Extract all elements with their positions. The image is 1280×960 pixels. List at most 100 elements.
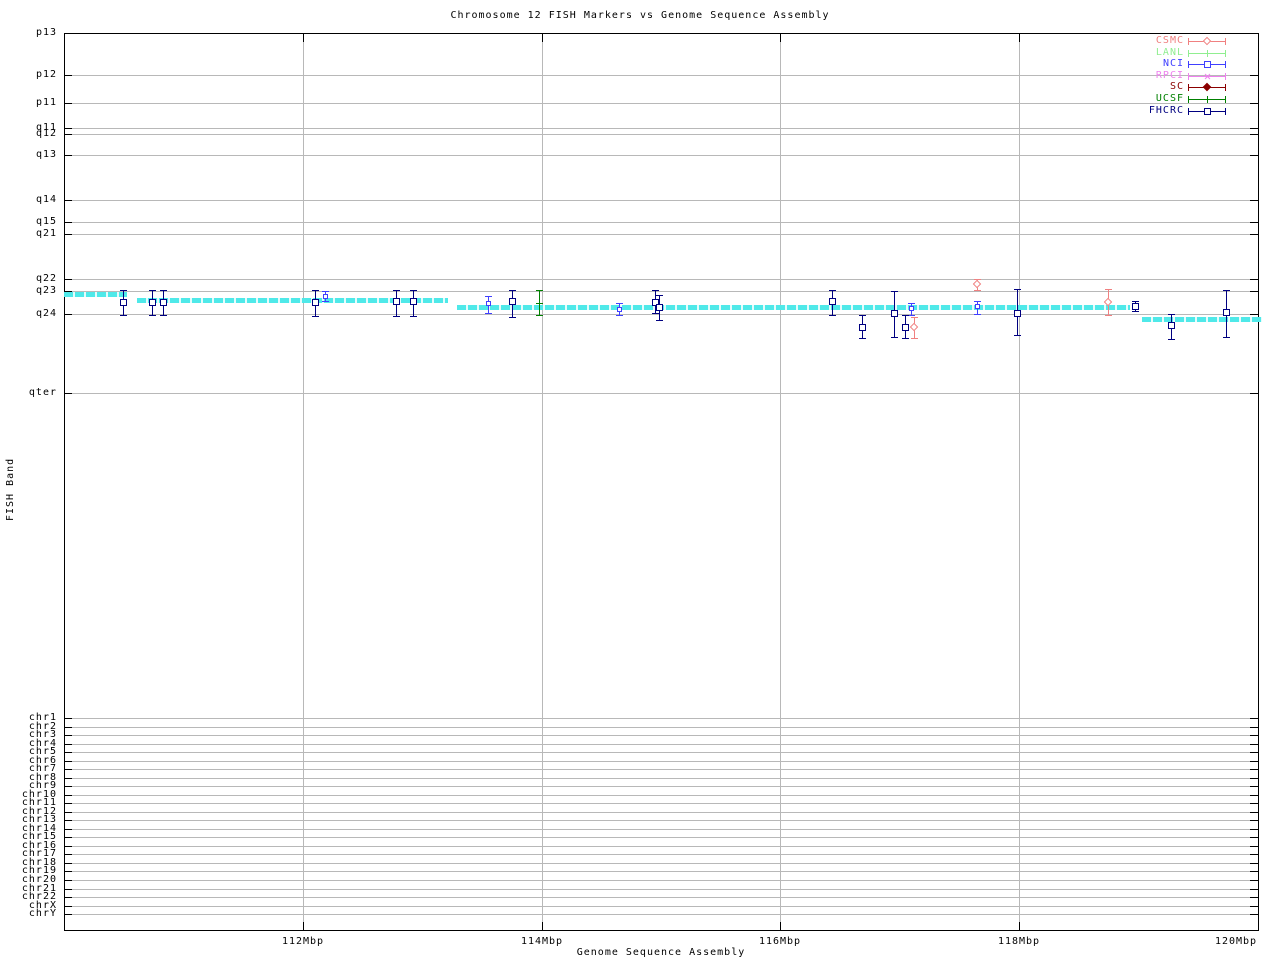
- error-bar-cap: [393, 290, 400, 291]
- error-bar-cap: [859, 315, 866, 316]
- error-bar-cap: [829, 315, 836, 316]
- y-tick-label: q13: [35, 149, 57, 160]
- error-bar-cap: [509, 317, 516, 318]
- error-bar-cap: [974, 301, 981, 302]
- error-bar-cap: [1014, 335, 1021, 336]
- error-bar-cap: [1223, 337, 1230, 338]
- error-bar-cap: [485, 296, 492, 297]
- y-tick-label: q15: [35, 216, 57, 227]
- marker-diamond: [1202, 36, 1212, 46]
- marker-plus: [1204, 99, 1211, 100]
- y-axis-title: FISH Band: [5, 457, 16, 521]
- legend-entry: SC: [1100, 82, 1260, 93]
- legend-line-cap: [1188, 72, 1189, 80]
- marker-square: [909, 306, 914, 311]
- error-bar-cap: [322, 301, 329, 302]
- marker-square: [393, 298, 400, 305]
- legend-entry: UCSF: [1100, 94, 1260, 105]
- marker-square: [1204, 61, 1211, 69]
- error-bar-cap: [829, 290, 836, 291]
- legend-line-cap: [1225, 72, 1226, 80]
- legend-line-cap: [1188, 84, 1189, 92]
- legend-line-cap: [1225, 96, 1226, 103]
- legend-marker-sample: [1188, 71, 1226, 82]
- y-tick-label: p13: [35, 27, 57, 38]
- assembly-segment: [1142, 317, 1262, 322]
- marker-square: [656, 304, 663, 311]
- marker-square: [902, 324, 909, 331]
- error-bar-cap: [1168, 314, 1175, 315]
- marker-square: [509, 298, 516, 305]
- error-bar-cap: [160, 315, 167, 316]
- error-bar-cap: [312, 290, 319, 291]
- marker-square: [120, 299, 127, 306]
- error-bar-cap: [322, 291, 329, 292]
- error-bar-cap: [160, 290, 167, 291]
- marker-square: [1014, 310, 1021, 317]
- error-bar-cap: [616, 315, 623, 316]
- legend-marker-sample: [1188, 94, 1226, 105]
- y-tick-label: chrY: [28, 908, 57, 919]
- error-bar-cap: [1105, 289, 1112, 290]
- error-bar-cap: [616, 303, 623, 304]
- error-bar-cap: [509, 290, 516, 291]
- y-tick-label: p12: [35, 69, 57, 80]
- error-bar-cap: [312, 316, 319, 317]
- error-bar-cap: [902, 315, 909, 316]
- legend-entry: CSMC: [1100, 36, 1260, 47]
- legend-marker-sample: [1188, 82, 1226, 93]
- marker-plus: [536, 303, 543, 304]
- x-tick-label: 118Mbp: [997, 936, 1041, 947]
- error-bar-cap: [859, 338, 866, 339]
- error-bar-cap: [410, 316, 417, 317]
- marker-square: [1168, 322, 1175, 329]
- marker-square: [149, 299, 156, 306]
- error-bar-cap: [120, 315, 127, 316]
- error-bar-cap: [1105, 315, 1112, 316]
- legend-entry: RPCI: [1100, 70, 1260, 82]
- error-bar-cap: [902, 338, 909, 339]
- error-bar-cap: [891, 291, 898, 292]
- y-tick-label: q23: [35, 285, 57, 296]
- y-tick-label: qter: [28, 387, 57, 398]
- error-bar-cap: [908, 315, 915, 316]
- y-tick-label: q22: [35, 273, 57, 284]
- error-bar-cap: [911, 338, 918, 339]
- marker-square: [410, 298, 417, 305]
- error-bar-cap: [974, 314, 981, 315]
- y-tick-label: q21: [35, 228, 57, 239]
- error-bar-cap: [120, 290, 127, 291]
- legend-line-cap: [1188, 61, 1189, 69]
- marker-square: [312, 299, 319, 306]
- error-bar-cap: [1168, 339, 1175, 340]
- assembly-segment: [64, 292, 128, 297]
- legend-marker-sample: [1188, 36, 1226, 47]
- legend-entry-label: LANL: [1155, 46, 1184, 58]
- marker-square: [160, 299, 167, 306]
- error-bar-cap: [652, 290, 659, 291]
- error-bar-cap: [410, 290, 417, 291]
- legend-line-cap: [1225, 61, 1226, 69]
- error-bar-cap: [911, 317, 918, 318]
- error-bar-cap: [1014, 289, 1021, 290]
- error-bar-cap: [536, 315, 543, 316]
- legend-entry-label: NCI: [1162, 58, 1184, 70]
- marker-square: [1223, 309, 1230, 316]
- x-tick-label: 116Mbp: [758, 936, 802, 947]
- y-tick-label: q12: [35, 128, 57, 139]
- x-tick-label: 120Mbp: [1214, 936, 1258, 947]
- error-bar-cap: [149, 290, 156, 291]
- legend-line-cap: [1225, 38, 1226, 45]
- marker-square: [486, 301, 491, 306]
- error-bar-cap: [149, 315, 156, 316]
- error-bar-cap: [485, 313, 492, 314]
- error-bar-cap: [974, 290, 981, 291]
- legend-entry-label: SC: [1169, 81, 1184, 93]
- marker-square: [891, 310, 898, 317]
- plot-border: [64, 33, 1259, 931]
- legend-line-cap: [1188, 96, 1189, 103]
- marker-plus: [1204, 52, 1211, 54]
- assembly-segment: [136, 298, 449, 303]
- marker-square: [617, 307, 622, 312]
- marker-square: [1204, 107, 1211, 115]
